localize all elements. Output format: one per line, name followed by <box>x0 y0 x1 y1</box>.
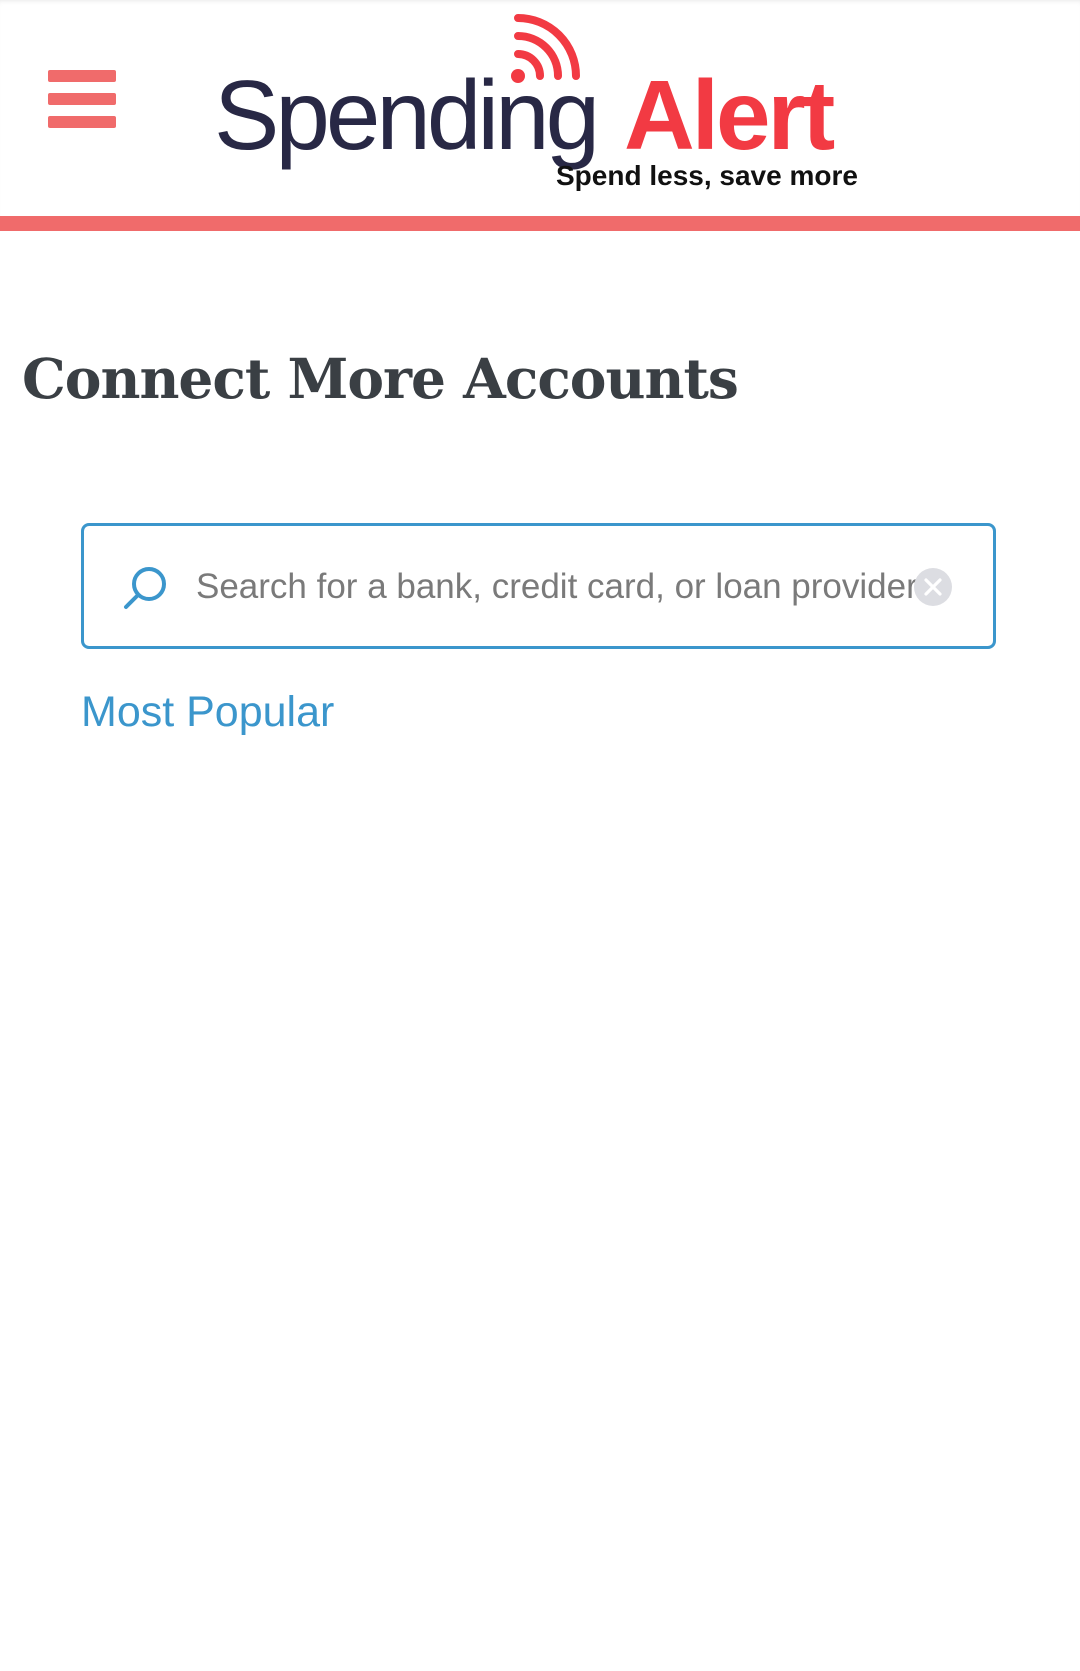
clear-icon[interactable] <box>913 567 953 607</box>
logo-tagline: Spend less, save more <box>556 160 858 191</box>
logo-word-alert: Alert <box>624 60 835 170</box>
header-accent-divider <box>0 216 1080 231</box>
page-title: Connect More Accounts <box>22 346 739 411</box>
search-box <box>81 523 996 649</box>
page: Spending Alert Spend less, save more Con… <box>0 0 1080 1671</box>
search-input[interactable] <box>196 554 972 620</box>
hamburger-menu-icon <box>48 70 116 82</box>
menu-button[interactable] <box>48 70 116 128</box>
logo-word-spending: Spending <box>214 60 600 170</box>
search-icon <box>124 567 166 609</box>
logo[interactable]: Spending Alert Spend less, save more <box>210 14 870 200</box>
app-header: Spending Alert Spend less, save more <box>0 0 1080 216</box>
hamburger-menu-icon-bar <box>48 93 116 105</box>
hamburger-menu-icon-bar <box>48 116 116 128</box>
most-popular-link[interactable]: Most Popular <box>81 688 334 737</box>
